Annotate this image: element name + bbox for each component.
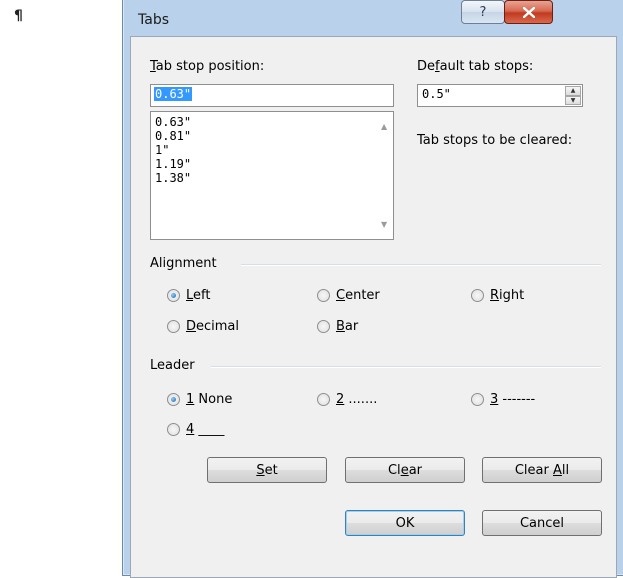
list-item[interactable]: 1.38" bbox=[155, 171, 393, 185]
spin-up-button[interactable]: ▲ bbox=[565, 86, 581, 96]
close-icon bbox=[522, 6, 535, 18]
scroll-up-icon[interactable]: ▲ bbox=[381, 122, 387, 131]
cancel-button[interactable]: Cancel bbox=[482, 510, 602, 536]
leader-none-radio[interactable]: 1 None bbox=[167, 392, 232, 407]
radio-icon bbox=[471, 393, 484, 406]
list-item[interactable]: 1.19" bbox=[155, 157, 393, 171]
default-tab-stops-label: Default tab stops: bbox=[417, 59, 534, 74]
leader-divider bbox=[211, 366, 601, 368]
tab-stops-to-clear-label: Tab stops to be cleared: bbox=[417, 133, 573, 148]
spin-down-button[interactable]: ▼ bbox=[565, 95, 581, 105]
paragraph-mark: ¶ bbox=[14, 8, 23, 24]
tabs-dialog: Tabs ? Tab stop position: 0.63" 0.63" 0.… bbox=[122, 0, 623, 578]
alignment-right-radio[interactable]: Right bbox=[471, 288, 524, 303]
list-scrollbar[interactable]: ▲ ▼ bbox=[376, 112, 393, 239]
alignment-decimal-radio[interactable]: Decimal bbox=[167, 319, 239, 334]
tab-stop-list[interactable]: 0.63" 0.81" 1" 1.19" 1.38" ▲ ▼ bbox=[150, 111, 394, 240]
alignment-left-radio[interactable]: Left bbox=[167, 288, 210, 303]
scroll-down-icon[interactable]: ▼ bbox=[381, 220, 387, 229]
tab-stop-position-input[interactable]: 0.63" bbox=[150, 84, 394, 107]
radio-icon bbox=[317, 289, 330, 302]
ok-button[interactable]: OK bbox=[345, 510, 465, 536]
help-button[interactable]: ? bbox=[461, 0, 505, 24]
radio-icon bbox=[167, 423, 180, 436]
radio-icon bbox=[471, 289, 484, 302]
dialog-title: Tabs bbox=[138, 12, 169, 28]
leader-dashes-radio[interactable]: 3 ------- bbox=[471, 392, 535, 407]
alignment-bar-radio[interactable]: Bar bbox=[317, 319, 358, 334]
list-item[interactable]: 0.81" bbox=[155, 129, 393, 143]
help-icon: ? bbox=[479, 4, 487, 20]
leader-underline-radio[interactable]: 4 ____ bbox=[167, 422, 224, 437]
title-bar[interactable]: Tabs ? bbox=[123, 0, 623, 36]
alignment-group-title: Alignment bbox=[150, 256, 217, 271]
alignment-divider bbox=[241, 264, 601, 266]
radio-checked-icon bbox=[167, 289, 180, 302]
radio-icon bbox=[167, 320, 180, 333]
tab-stop-position-value: 0.63" bbox=[154, 87, 193, 101]
clear-button[interactable]: Clear bbox=[345, 457, 465, 483]
tab-stop-position-label: Tab stop position: bbox=[150, 59, 265, 74]
alignment-center-radio[interactable]: Center bbox=[317, 288, 380, 303]
list-item[interactable]: 1" bbox=[155, 143, 393, 157]
close-button[interactable] bbox=[504, 0, 553, 24]
clear-all-button[interactable]: Clear All bbox=[482, 457, 602, 483]
radio-icon bbox=[317, 320, 330, 333]
radio-checked-icon bbox=[167, 393, 180, 406]
default-tab-stops-value: 0.5" bbox=[422, 87, 451, 101]
default-tab-stops-spinner[interactable]: 0.5" ▲ ▼ bbox=[417, 84, 583, 107]
leader-dots-radio[interactable]: 2 ....... bbox=[317, 392, 377, 407]
set-button[interactable]: Set bbox=[207, 457, 327, 483]
list-item[interactable]: 0.63" bbox=[155, 115, 393, 129]
radio-icon bbox=[317, 393, 330, 406]
dialog-body: Tab stop position: 0.63" 0.63" 0.81" 1" … bbox=[130, 36, 617, 578]
leader-group-title: Leader bbox=[150, 358, 195, 373]
